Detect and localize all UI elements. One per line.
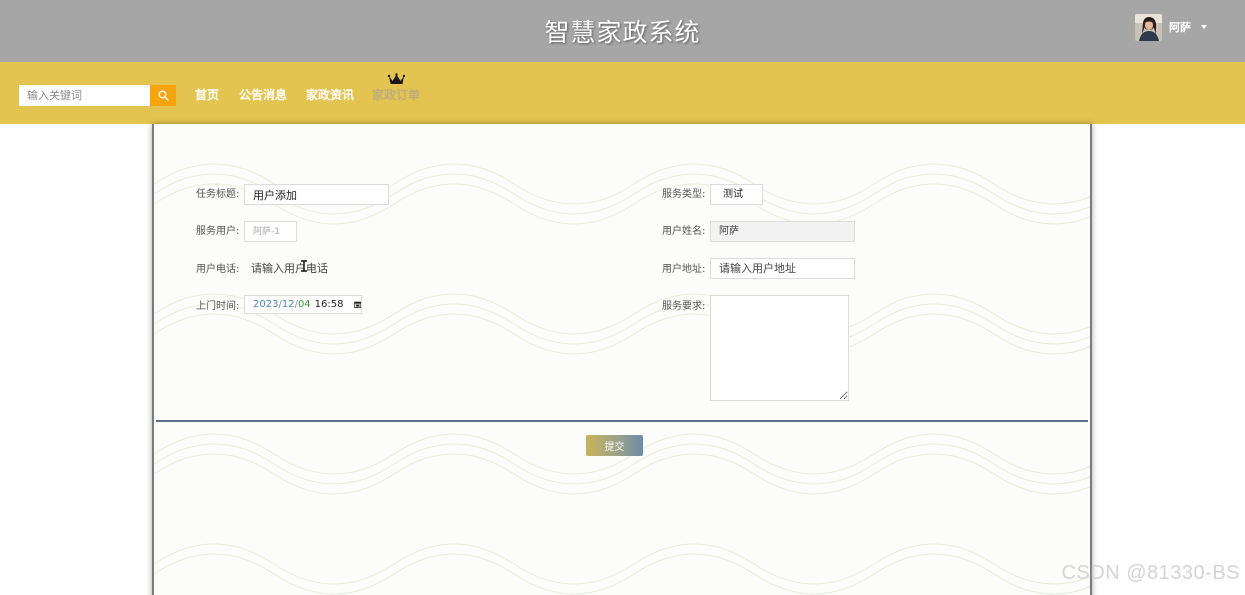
service-requirements-label: 服务要求: — [662, 301, 706, 312]
service-type-label: 服务类型: — [662, 189, 706, 200]
nav-item-orders[interactable]: 家政订单 — [372, 86, 420, 103]
search-button[interactable] — [150, 85, 176, 106]
user-phone-label: 用户电话: — [196, 264, 240, 275]
service-user-label: 服务用户: — [196, 226, 240, 237]
visit-time-input[interactable]: 2023/12/04 16:58 — [244, 295, 362, 314]
user-avatar[interactable] — [1135, 13, 1162, 41]
caret-down-icon[interactable] — [1201, 25, 1207, 29]
nav-item-news[interactable]: 家政资讯 — [306, 86, 354, 103]
top-header: 智慧家政系统 阿萨 — [0, 0, 1245, 62]
user-address-input[interactable] — [710, 258, 855, 279]
watermark: CSDN @81330-BS — [1061, 562, 1240, 584]
user-address-label: 用户地址: — [662, 264, 706, 275]
submit-button[interactable]: 提交 — [586, 435, 643, 456]
date-year: 2023 — [253, 299, 279, 310]
user-name[interactable]: 阿萨 — [1169, 19, 1191, 35]
site-title: 智慧家政系统 — [544, 18, 701, 47]
search-icon — [158, 90, 169, 101]
user-name-label: 用户姓名: — [662, 226, 706, 237]
nav-bar: 首页 公告消息 家政资讯 家政订单 — [0, 62, 1245, 124]
date-day: 04 — [297, 299, 311, 310]
user-name-input — [710, 221, 855, 242]
crown-icon — [388, 73, 405, 84]
date-time: 16:58 — [314, 299, 344, 310]
user-phone-input[interactable] — [244, 258, 394, 279]
date-month: 12 — [281, 299, 295, 310]
nav-item-home[interactable]: 首页 — [195, 86, 219, 103]
task-title-input[interactable] — [244, 184, 389, 205]
nav-item-announcements[interactable]: 公告消息 — [239, 86, 287, 103]
visit-time-label: 上门时间: — [196, 301, 240, 312]
order-form-panel: 任务标题: 服务用户: 用户电话: 上门时间: 2023/12/04 16:58… — [152, 124, 1092, 595]
service-requirements-textarea[interactable] — [710, 295, 849, 401]
text-cursor-icon — [301, 260, 307, 272]
form-divider — [156, 420, 1088, 422]
service-type-select[interactable]: 测试 — [710, 184, 763, 205]
service-user-input[interactable] — [244, 221, 297, 242]
search-input[interactable] — [19, 85, 150, 106]
task-title-label: 任务标题: — [196, 189, 240, 200]
user-menu[interactable]: 阿萨 — [1135, 13, 1207, 41]
calendar-icon[interactable] — [353, 299, 362, 310]
